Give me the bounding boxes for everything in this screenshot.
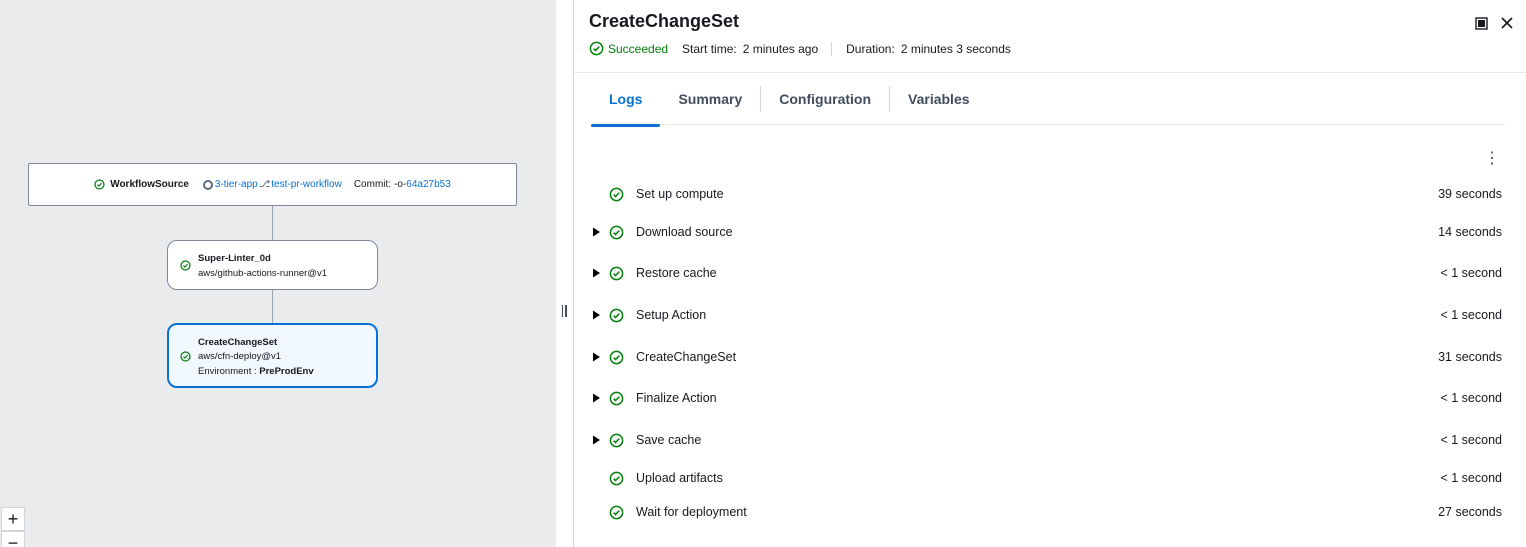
success-check-icon: [609, 350, 624, 364]
tab-bar: Logs Summary Configuration Variables: [591, 84, 1505, 127]
zoom-in-button[interactable]: +: [1, 507, 25, 531]
log-step-row: Set up compute 39 seconds: [574, 182, 1526, 206]
source-node-title: WorkflowSource: [110, 179, 189, 190]
step-name: CreateChangeSet: [636, 350, 737, 364]
expand-caret-icon[interactable]: [591, 435, 601, 445]
step-name: Set up compute: [636, 187, 724, 201]
action-details-panel: CreateChangeSet Succeeded Start time: 2 …: [574, 0, 1526, 547]
node-action: aws/cfn-deploy@v1: [198, 351, 282, 362]
step-name: Save cache: [636, 433, 702, 447]
workflow-source-node[interactable]: WorkflowSource 3-tier-app ⎇ test-pr-work…: [28, 163, 517, 206]
step-duration: < 1 second: [1440, 308, 1502, 322]
step-name: Wait for deployment: [636, 505, 747, 519]
log-step-row[interactable]: Setup Action < 1 second: [574, 303, 1526, 327]
panel-controls: [1475, 16, 1514, 30]
step-duration: < 1 second: [1440, 266, 1502, 280]
success-check-icon: [609, 471, 624, 485]
split-view-icon[interactable]: [1475, 16, 1488, 30]
log-step-row[interactable]: Download source 14 seconds: [574, 220, 1526, 244]
success-check-icon: [609, 391, 624, 405]
tab-logs[interactable]: Logs: [591, 84, 661, 127]
node-title: CreateChangeSet: [198, 337, 278, 348]
step-duration: 14 seconds: [1438, 225, 1502, 239]
tab-summary[interactable]: Summary: [660, 84, 760, 125]
repo-link[interactable]: 3-tier-app: [215, 179, 258, 190]
connector-line: [272, 206, 273, 240]
success-check-icon: [609, 187, 624, 201]
meta-separator: [831, 41, 833, 56]
success-check-icon: [609, 266, 624, 280]
expand-caret-icon[interactable]: [591, 310, 601, 320]
tab-configuration[interactable]: Configuration: [761, 84, 889, 125]
log-step-row: Wait for deployment 27 seconds: [574, 500, 1526, 524]
expand-caret-icon[interactable]: [591, 352, 601, 362]
success-check-icon: [180, 351, 191, 362]
success-check-icon: [609, 433, 624, 447]
connector-line: [272, 290, 273, 323]
log-step-row: Upload artifacts < 1 second: [574, 466, 1526, 490]
node-environment: Environment : PreProdEnv: [198, 366, 314, 377]
duration-value: 2 minutes 3 seconds: [900, 41, 1011, 56]
commit-link[interactable]: 64a27b53: [406, 179, 451, 190]
action-node-createchangeset[interactable]: CreateChangeSet aws/cfn-deploy@v1 Enviro…: [167, 323, 378, 388]
status-text: Succeeded: [608, 41, 669, 56]
expand-caret-icon[interactable]: [591, 227, 601, 237]
more-options-icon[interactable]: ⋮: [1484, 151, 1500, 167]
step-duration: 31 seconds: [1438, 350, 1502, 364]
resize-handle[interactable]: [559, 305, 569, 321]
success-check-icon: [589, 41, 604, 56]
node-title: Super-Linter_0d: [198, 253, 271, 264]
start-time-label: Start time:: [682, 41, 737, 56]
workflow-canvas[interactable]: WorkflowSource 3-tier-app ⎇ test-pr-work…: [0, 0, 556, 547]
duration-label: Duration:: [846, 41, 895, 56]
panel-title: CreateChangeSet: [589, 11, 740, 31]
action-node-super-linter[interactable]: Super-Linter_0d aws/github-actions-runne…: [167, 240, 378, 290]
step-name: Upload artifacts: [636, 471, 723, 485]
step-name: Download source: [636, 225, 733, 239]
zoom-out-button[interactable]: −: [1, 531, 25, 547]
step-duration: < 1 second: [1440, 471, 1502, 485]
success-check-icon: [609, 505, 624, 519]
run-metadata: Succeeded Start time: 2 minutes ago Dura…: [589, 41, 1011, 56]
commit-label: Commit:: [353, 179, 392, 190]
step-duration: 39 seconds: [1438, 187, 1502, 201]
commit-icon: -o-: [394, 179, 407, 190]
step-name: Restore cache: [636, 266, 717, 280]
branch-icon: ⎇: [258, 179, 271, 190]
start-time-value: 2 minutes ago: [742, 41, 819, 56]
log-step-row[interactable]: Save cache < 1 second: [574, 428, 1526, 452]
expand-caret-icon[interactable]: [591, 393, 601, 403]
log-step-row[interactable]: Restore cache < 1 second: [574, 261, 1526, 285]
log-step-row[interactable]: Finalize Action < 1 second: [574, 386, 1526, 410]
environment-value: PreProdEnv: [259, 366, 314, 377]
success-check-icon: [609, 225, 624, 239]
tab-variables[interactable]: Variables: [890, 84, 988, 125]
step-duration: < 1 second: [1440, 433, 1502, 447]
step-duration: 27 seconds: [1438, 505, 1502, 519]
header-divider: [574, 72, 1526, 73]
environment-label: Environment :: [198, 366, 257, 377]
step-duration: < 1 second: [1440, 391, 1502, 405]
success-check-icon: [609, 308, 624, 322]
log-step-row[interactable]: CreateChangeSet 31 seconds: [574, 345, 1526, 369]
node-action: aws/github-actions-runner@v1: [198, 268, 327, 279]
close-icon[interactable]: [1500, 16, 1514, 30]
success-check-icon: [94, 179, 105, 190]
step-name: Setup Action: [636, 308, 707, 322]
branch-link[interactable]: test-pr-workflow: [271, 179, 342, 190]
step-name: Finalize Action: [636, 391, 717, 405]
github-icon: [202, 179, 213, 190]
expand-caret-icon[interactable]: [591, 268, 601, 278]
success-check-icon: [180, 260, 191, 271]
